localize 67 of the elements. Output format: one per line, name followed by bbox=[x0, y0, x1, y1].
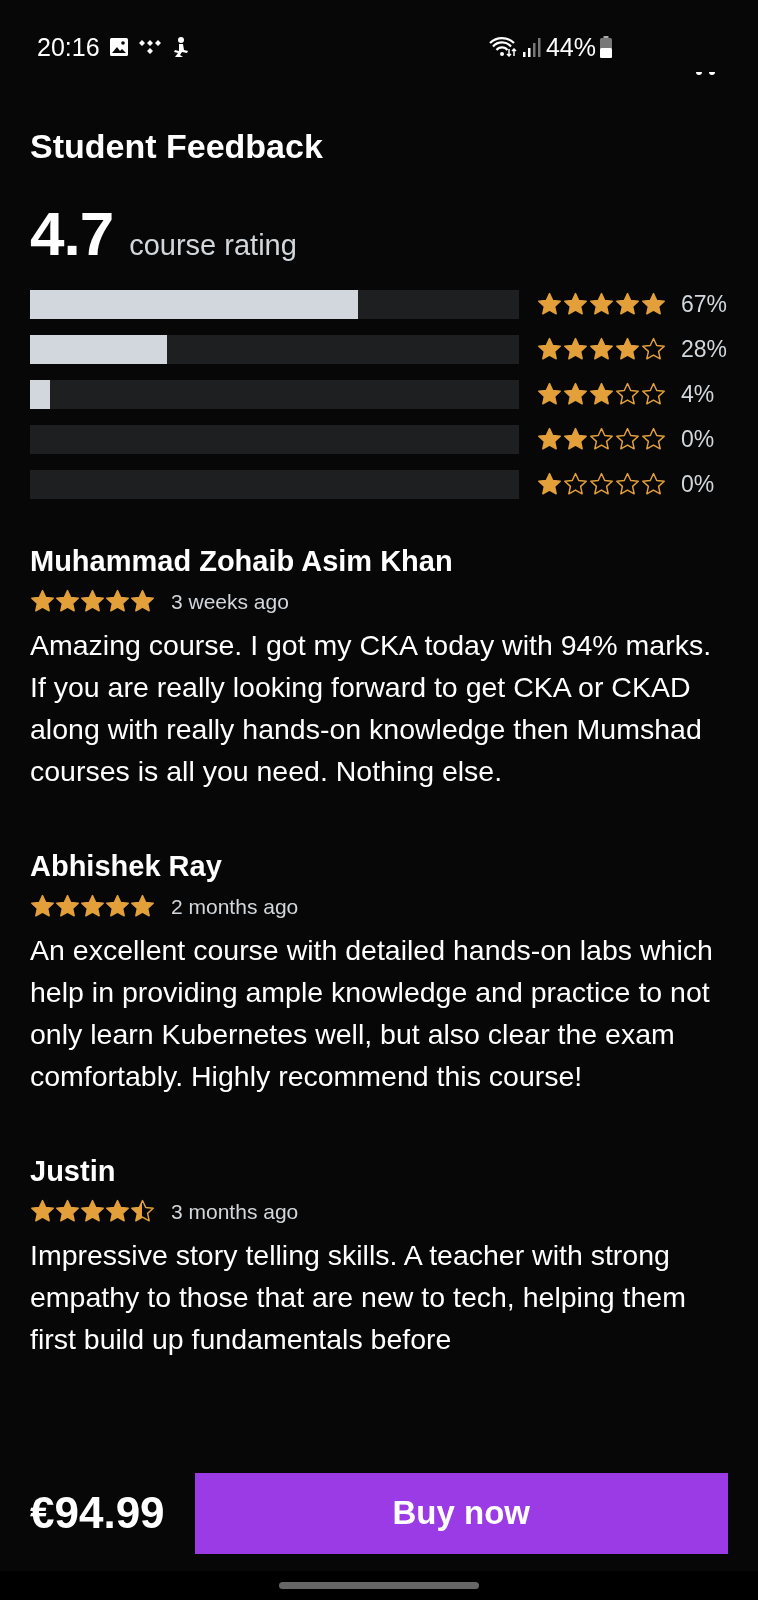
percentage: 0% bbox=[681, 471, 715, 498]
star-icon bbox=[30, 1199, 55, 1224]
star-icon bbox=[537, 427, 562, 452]
percentage: 28% bbox=[681, 336, 728, 363]
battery-percentage: 44% bbox=[545, 32, 596, 62]
clock: 20:16 bbox=[37, 32, 100, 62]
section-title: Student Feedback bbox=[30, 126, 324, 166]
reviewer-name: Muhammad Zohaib Asim Khan bbox=[30, 544, 454, 579]
star-icon bbox=[80, 589, 105, 614]
percentage: 67% bbox=[681, 291, 728, 318]
home-indicator[interactable] bbox=[279, 1582, 479, 1589]
review-time: 3 months ago bbox=[171, 1199, 299, 1224]
review-time: 3 weeks ago bbox=[171, 589, 289, 614]
star-icon bbox=[105, 589, 130, 614]
star-icon bbox=[589, 292, 614, 317]
star-icon bbox=[30, 589, 55, 614]
star-outline-icon bbox=[641, 337, 666, 362]
star-outline-icon bbox=[615, 382, 640, 407]
star-icon bbox=[563, 337, 588, 362]
star-outline-icon bbox=[641, 427, 666, 452]
buy-now-button[interactable]: Buy now bbox=[194, 1472, 728, 1554]
rating-label: course rating bbox=[129, 229, 297, 262]
star-icon bbox=[80, 894, 105, 919]
star-icon bbox=[537, 292, 562, 317]
star-icon bbox=[55, 1199, 80, 1224]
percentage: 0% bbox=[681, 426, 715, 453]
star-icon bbox=[563, 427, 588, 452]
review-text: Amazing course. I got my CKA today with 94% marks. If you are really looking forward to get CKA or CKAD along with really hands-on knowledge then Mumshad courses is all you need. Nothing else. bbox=[30, 628, 713, 789]
review-text: Impressive story telling skills. A teacher with strong empathy to those that are new to tech, helping them first build up fundamentals before bbox=[30, 1238, 687, 1357]
star-icon bbox=[55, 894, 80, 919]
star-icon bbox=[537, 337, 562, 362]
star-outline-icon bbox=[589, 472, 614, 497]
star-icon bbox=[55, 589, 80, 614]
percentage: 4% bbox=[681, 381, 715, 408]
star-icon bbox=[537, 472, 562, 497]
image-icon bbox=[108, 37, 129, 57]
star-icon bbox=[641, 292, 666, 317]
star-icon bbox=[30, 894, 55, 919]
signal-icon bbox=[521, 36, 542, 58]
review-text: An excellent course with detailed hands-on labs which help in providing ample knowledge and practice to not only learn Kubernetes well, but also clear the exam comfortably. Highly recommend this course! bbox=[30, 933, 714, 1094]
half-star-icon bbox=[130, 1199, 155, 1224]
star-icon bbox=[615, 337, 640, 362]
star-outline-icon bbox=[615, 427, 640, 452]
star-icon bbox=[80, 1199, 105, 1224]
star-icon bbox=[563, 292, 588, 317]
star-outline-icon bbox=[589, 427, 614, 452]
star-icon bbox=[563, 382, 588, 407]
star-outline-icon bbox=[641, 472, 666, 497]
battery-icon bbox=[600, 36, 612, 58]
star-icon bbox=[615, 292, 640, 317]
star-icon bbox=[589, 382, 614, 407]
diamonds-icon bbox=[137, 38, 162, 56]
wifi-icon bbox=[487, 36, 518, 58]
star-icon bbox=[105, 894, 130, 919]
star-icon bbox=[105, 1199, 130, 1224]
star-icon bbox=[130, 894, 155, 919]
star-outline-icon bbox=[563, 472, 588, 497]
price: €94.99 bbox=[30, 1488, 165, 1538]
reviewer-name: Abhishek Ray bbox=[30, 849, 223, 884]
star-icon bbox=[537, 382, 562, 407]
reviewer-name: Justin bbox=[30, 1154, 117, 1189]
star-icon bbox=[130, 589, 155, 614]
star-icon bbox=[589, 337, 614, 362]
review-time: 2 months ago bbox=[171, 894, 299, 919]
star-outline-icon bbox=[615, 472, 640, 497]
rating-value: 4.7 bbox=[30, 198, 114, 269]
star-outline-icon bbox=[641, 382, 666, 407]
